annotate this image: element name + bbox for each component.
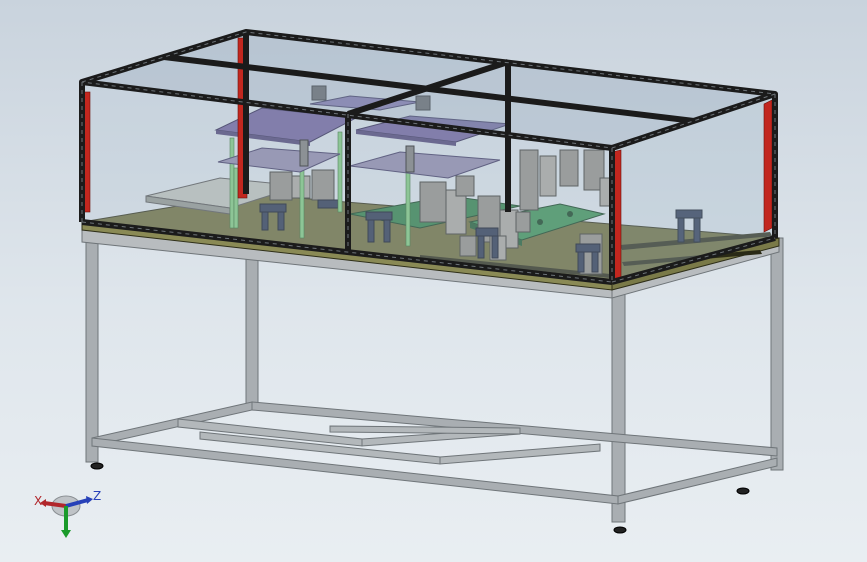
x-axis-label: X xyxy=(34,494,43,508)
table-frame xyxy=(81,227,784,534)
z-axis-label: Z xyxy=(93,489,102,503)
machine-assembly-model[interactable] xyxy=(0,0,867,562)
orientation-triad[interactable]: X Z xyxy=(30,486,110,546)
cad-viewport[interactable]: X Z xyxy=(0,0,867,562)
